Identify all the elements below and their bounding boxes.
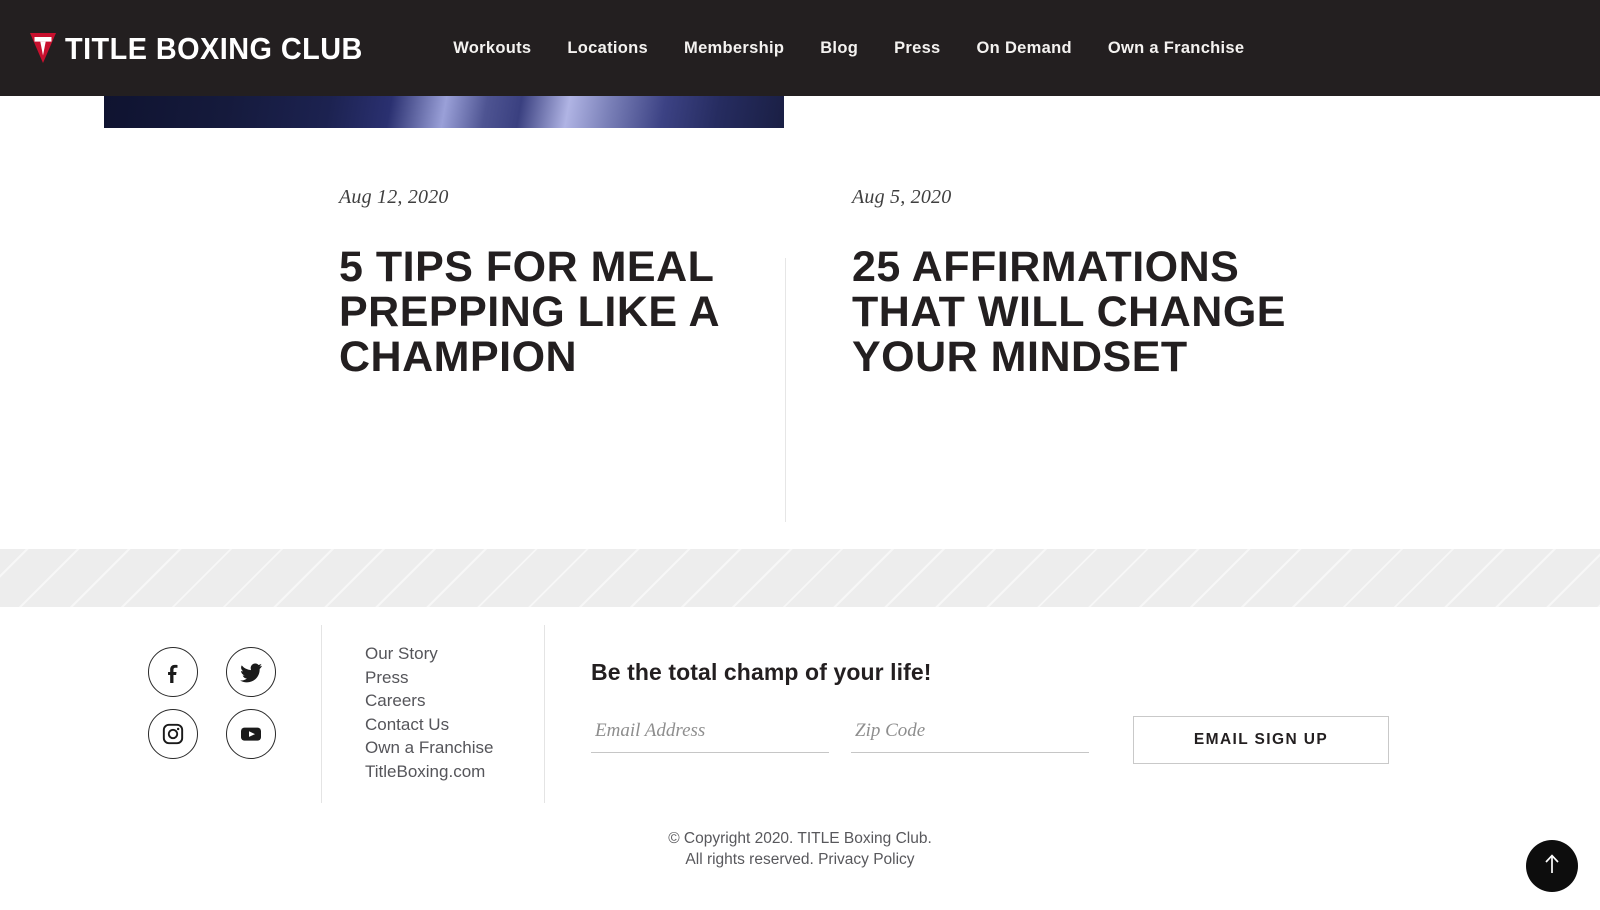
email-input[interactable] xyxy=(591,716,829,753)
copyright-line-1: © Copyright 2020. TITLE Boxing Club. xyxy=(668,830,932,847)
nav-item-blog[interactable]: Blog xyxy=(802,39,876,58)
instagram-link[interactable] xyxy=(148,709,198,759)
blog-section: Aug 12, 2020 5 Tips for Meal Prepping Li… xyxy=(0,128,1600,616)
blog-grid: Aug 12, 2020 5 Tips for Meal Prepping Li… xyxy=(155,128,1445,380)
brand-logo-link[interactable]: TITLE BOXING CLUB xyxy=(30,33,385,64)
arrow-up-icon xyxy=(1542,853,1562,880)
footer-top: Our Story Press Careers Contact Us Own a… xyxy=(0,607,1600,818)
twitter-icon xyxy=(239,661,263,684)
instagram-icon xyxy=(162,723,184,745)
blog-post-thumbnail-image xyxy=(104,96,784,128)
privacy-policy-link[interactable]: Privacy Policy xyxy=(818,851,914,868)
nav-item-on-demand[interactable]: On Demand xyxy=(959,39,1090,58)
title-triangle-t-logo-icon xyxy=(30,33,56,63)
youtube-link[interactable] xyxy=(226,709,276,759)
facebook-link[interactable] xyxy=(148,647,198,697)
social-links xyxy=(148,647,288,759)
site-header: TITLE BOXING CLUB Workouts Locations Mem… xyxy=(0,0,1600,96)
email-signup-form: Be the total champ of your life! EMAIL S… xyxy=(591,659,1391,764)
email-signup-button[interactable]: EMAIL SIGN UP xyxy=(1133,716,1389,764)
twitter-link[interactable] xyxy=(226,647,276,697)
blog-card-2: Aug 5, 2020 25 Affirmations That Will Ch… xyxy=(800,128,1445,380)
footer-link-press[interactable]: Press xyxy=(365,666,494,690)
footer-link-our-story[interactable]: Our Story xyxy=(365,642,494,666)
blog-title-link[interactable]: 5 Tips for Meal Prepping Like a Champion xyxy=(339,245,759,380)
footer-link-contact-us[interactable]: Contact Us xyxy=(365,713,494,737)
main-nav: Workouts Locations Membership Blog Press… xyxy=(435,39,1262,58)
footer-divider-right xyxy=(544,625,545,803)
rights-reserved-text: All rights reserved. xyxy=(685,851,819,868)
nav-item-workouts[interactable]: Workouts xyxy=(435,39,549,58)
signup-heading: Be the total champ of your life! xyxy=(591,659,932,685)
blog-card-1: Aug 12, 2020 5 Tips for Meal Prepping Li… xyxy=(155,128,800,380)
striped-divider-band xyxy=(0,549,1600,607)
nav-item-own-a-franchise[interactable]: Own a Franchise xyxy=(1090,39,1263,58)
blog-date: Aug 12, 2020 xyxy=(339,186,449,208)
footer-link-own-a-franchise[interactable]: Own a Franchise xyxy=(365,736,494,760)
copyright-block: © Copyright 2020. TITLE Boxing Club. All… xyxy=(0,828,1600,870)
footer-link-careers[interactable]: Careers xyxy=(365,689,494,713)
brand-wordmark: TITLE BOXING CLUB xyxy=(65,30,363,66)
copyright-line-2: All rights reserved. Privacy Policy xyxy=(0,849,1600,870)
youtube-icon xyxy=(239,722,263,746)
blog-date: Aug 5, 2020 xyxy=(852,186,952,208)
nav-item-press[interactable]: Press xyxy=(876,39,958,58)
footer-link-list: Our Story Press Careers Contact Us Own a… xyxy=(365,642,494,783)
zip-code-input[interactable] xyxy=(851,716,1089,753)
nav-item-locations[interactable]: Locations xyxy=(549,39,666,58)
footer-divider-left xyxy=(321,625,322,803)
blog-title-link[interactable]: 25 Affirmations That Will Change Your Mi… xyxy=(852,245,1322,380)
scroll-to-top-button[interactable] xyxy=(1526,840,1578,892)
footer-link-titleboxing-com[interactable]: TitleBoxing.com xyxy=(365,760,494,784)
column-divider xyxy=(785,258,786,522)
signup-row: EMAIL SIGN UP xyxy=(591,716,1391,764)
facebook-icon xyxy=(162,661,184,683)
nav-item-membership[interactable]: Membership xyxy=(666,39,802,58)
